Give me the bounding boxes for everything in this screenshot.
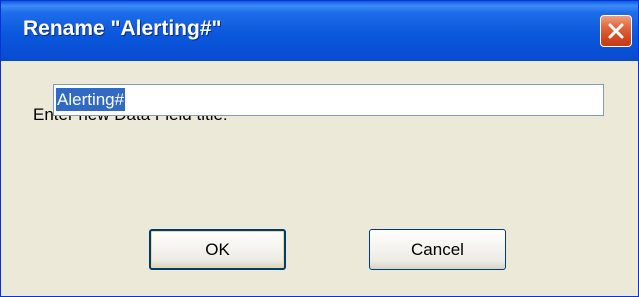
ok-button[interactable]: OK bbox=[149, 229, 286, 270]
title-bar[interactable]: Rename "Alerting#" bbox=[1, 1, 638, 61]
close-icon bbox=[608, 23, 624, 39]
title-input[interactable]: Alerting# bbox=[53, 84, 604, 116]
close-button[interactable] bbox=[600, 15, 632, 47]
cancel-button[interactable]: Cancel bbox=[369, 229, 506, 270]
rename-dialog: Rename "Alerting#" Enter new Data Field … bbox=[0, 0, 639, 297]
selected-text: Alerting# bbox=[56, 88, 126, 111]
window-title: Rename "Alerting#" bbox=[23, 17, 222, 40]
